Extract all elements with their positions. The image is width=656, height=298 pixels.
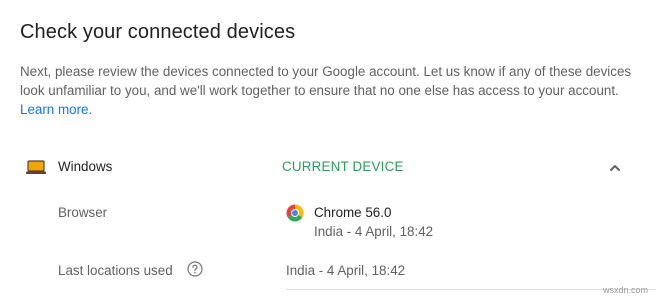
browser-name: Chrome 56.0 — [314, 205, 392, 220]
laptop-icon — [26, 160, 46, 175]
browser-location-time: India - 4 April, 18:42 — [314, 224, 434, 239]
section-description: Next, please review the devices connecte… — [20, 62, 640, 119]
device-row-windows[interactable]: Windows CURRENT DEVICE — [0, 150, 656, 186]
section-title: Check your connected devices — [20, 21, 296, 43]
chrome-icon — [286, 204, 304, 222]
device-name: Windows — [58, 159, 113, 174]
last-locations-label: Last locations used — [58, 263, 173, 278]
last-locations-value: India - 4 April, 18:42 — [286, 263, 406, 278]
learn-more-link[interactable]: Learn more. — [20, 102, 92, 117]
device-status-badge: CURRENT DEVICE — [282, 159, 404, 174]
chevron-up-icon[interactable] — [606, 160, 624, 176]
help-circle-icon[interactable] — [187, 261, 203, 277]
connected-devices-page: Check your connected devices Next, pleas… — [0, 0, 656, 298]
browser-label: Browser — [58, 205, 108, 220]
description-text: Next, please review the devices connecte… — [20, 64, 632, 98]
divider — [286, 289, 656, 290]
watermark: wsxdn.com — [602, 285, 648, 295]
